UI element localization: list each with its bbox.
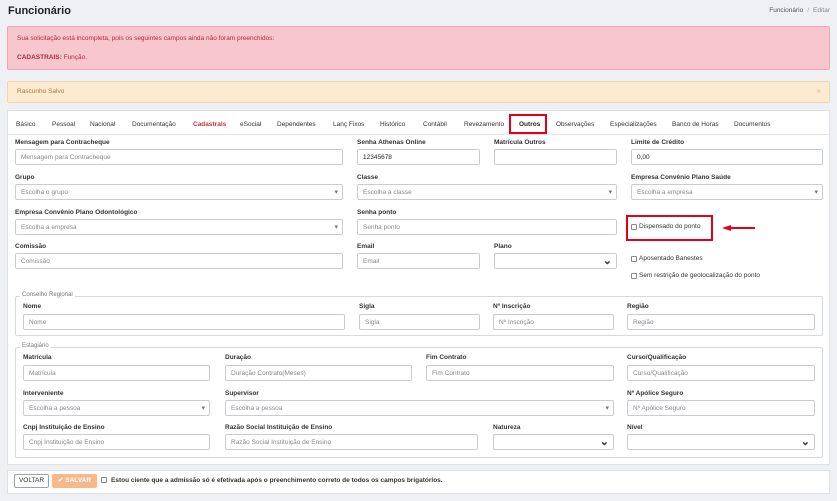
comissao-label: Comissão bbox=[15, 243, 47, 250]
senha-ponto-input[interactable]: Senha ponto bbox=[357, 219, 617, 235]
plano-select[interactable] bbox=[494, 253, 617, 269]
plano-label: Plano bbox=[494, 243, 512, 250]
tab-documentacao[interactable]: Documentação bbox=[132, 121, 176, 128]
plano-odonto-label: Empresa Convênio Plano Odontológico bbox=[15, 209, 138, 216]
plano-saude-label: Empresa Convênio Plano Saúde bbox=[631, 174, 731, 181]
cnpj-input[interactable]: Cnpj Instituição de Ensino bbox=[23, 434, 210, 450]
geolocalizacao-label: Sem restrição de geolocalização do ponto bbox=[639, 272, 761, 279]
conselho-nome-label: Nome bbox=[23, 303, 42, 310]
mensagem-label: Mensagem para Contracheque bbox=[15, 139, 110, 146]
matricula-outros-label: Matrícula Outros bbox=[494, 139, 546, 146]
breadcrumb: Funcionário / Editar bbox=[769, 7, 830, 14]
email-input[interactable]: Email bbox=[357, 253, 480, 269]
senha-athenas-label: Senha Athenas Online bbox=[357, 139, 426, 146]
geolocalizacao-checkbox[interactable] bbox=[631, 273, 637, 279]
tab-especializacoes[interactable]: Especializações bbox=[610, 121, 657, 128]
email-label: Email bbox=[357, 243, 375, 250]
tab-banco-de-horas[interactable]: Banco de Horas bbox=[672, 121, 719, 128]
supervisor-label: Supervisor bbox=[225, 390, 259, 397]
tab-esocial[interactable]: eSocial bbox=[240, 121, 261, 128]
apolice-input[interactable]: Nº Apólice Seguro bbox=[627, 400, 815, 416]
ciente-label: Estou ciente que a admissão só é efetiva… bbox=[111, 477, 443, 484]
fim-contrato-input[interactable]: Fim Contrato bbox=[426, 365, 614, 381]
plano-saude-select[interactable]: Escolha a empresa bbox=[631, 184, 823, 200]
close-icon[interactable]: × bbox=[816, 87, 821, 96]
natureza-label: Natureza bbox=[493, 424, 521, 431]
duracao-label: Duração bbox=[225, 354, 252, 361]
curso-input[interactable]: Curso/Qualificação bbox=[627, 365, 815, 381]
aposentado-checkbox[interactable] bbox=[631, 256, 637, 262]
breadcrumb-item-funcionario[interactable]: Funcionário bbox=[769, 7, 803, 14]
plano-odonto-select[interactable]: Escolha a empresa bbox=[15, 219, 343, 235]
interveniente-label: Interveniente bbox=[23, 390, 64, 397]
tab-historico[interactable]: Histórico bbox=[380, 121, 405, 128]
conselho-sigla-input[interactable]: Sigla bbox=[359, 314, 480, 330]
natureza-select[interactable] bbox=[493, 434, 614, 450]
tab-nacional[interactable]: Nacional bbox=[90, 121, 115, 128]
tab-cadastrais[interactable]: Cadastrais bbox=[193, 121, 226, 128]
draft-saved-text: Rascunho Salvo bbox=[17, 88, 65, 95]
classe-label: Classe bbox=[357, 174, 378, 181]
comissao-input[interactable]: Comissão bbox=[15, 253, 343, 269]
tab-dependentes[interactable]: Dependentes bbox=[277, 121, 316, 128]
salvar-button[interactable]: ✔ SALVAR bbox=[52, 474, 97, 488]
page-title: Funcionário bbox=[8, 5, 71, 17]
draft-saved-alert: Rascunho Salvo × bbox=[7, 81, 830, 103]
duracao-input[interactable]: Duração Contrato(Meses) bbox=[225, 365, 412, 381]
conselho-inscricao-input[interactable]: Nº Inscrição bbox=[493, 314, 614, 330]
limite-credito-input[interactable]: 0,00 bbox=[631, 149, 823, 165]
nivel-label: Nível bbox=[627, 424, 643, 431]
conselho-inscricao-label: Nº Inscrição bbox=[493, 303, 531, 310]
estagiario-matricula-label: Matrícula bbox=[23, 354, 52, 361]
apolice-label: Nº Apólice Seguro bbox=[627, 390, 684, 397]
error-alert-fields: Função. bbox=[63, 54, 88, 61]
mensagem-input[interactable]: Mensagem para Contracheque bbox=[15, 149, 343, 165]
conselho-regiao-label: Região bbox=[627, 303, 649, 310]
arrow-left-icon bbox=[722, 225, 755, 231]
supervisor-select[interactable]: Escolha a pessoa bbox=[225, 400, 614, 416]
tab-lanc-fixos[interactable]: Lanç Fixos bbox=[333, 121, 364, 128]
conselho-regiao-input[interactable]: Região bbox=[627, 314, 815, 330]
error-alert: Sua solicitação está incompleta, pois os… bbox=[7, 26, 830, 70]
tab-pessoal[interactable]: Pessoal bbox=[52, 121, 75, 128]
interveniente-select[interactable]: Escolha a pessoa bbox=[23, 400, 210, 416]
dispensado-ponto-highlight bbox=[626, 215, 713, 241]
breadcrumb-item-editar: Editar bbox=[813, 7, 830, 14]
grupo-label: Grupo bbox=[15, 174, 35, 181]
classe-select[interactable]: Escolha a classe bbox=[357, 184, 617, 200]
limite-credito-label: Limite de Crédito bbox=[631, 139, 685, 146]
tab-revezamento[interactable]: Revezamento bbox=[464, 121, 504, 128]
tab-documentos[interactable]: Documentos bbox=[734, 121, 771, 128]
aposentado-label: Aposentado Banestes bbox=[639, 255, 703, 262]
curso-label: Curso/Qualificação bbox=[627, 354, 687, 361]
fim-contrato-label: Fim Contrato bbox=[426, 354, 467, 361]
estagiario-legend: Estagiário bbox=[20, 343, 51, 349]
cnpj-label: Cnpj Instituição de Ensino bbox=[23, 424, 105, 431]
tab-contabil[interactable]: Contábil bbox=[423, 121, 447, 128]
outros-tab-highlight bbox=[509, 114, 547, 134]
conselho-sigla-label: Sigla bbox=[359, 303, 375, 310]
senha-athenas-input[interactable]: 12345678 bbox=[357, 149, 480, 165]
tab-observacoes[interactable]: Observações bbox=[556, 121, 594, 128]
razao-social-label: Razão Social Instituição de Ensino bbox=[225, 424, 333, 431]
voltar-button[interactable]: VOLTAR bbox=[14, 474, 49, 488]
ciente-checkbox[interactable] bbox=[101, 477, 107, 483]
tab-basico[interactable]: Básico bbox=[16, 121, 36, 128]
tab-bar: Básico Pessoal Nacional Documentação Cad… bbox=[8, 111, 829, 135]
nivel-select[interactable] bbox=[627, 434, 815, 450]
error-alert-message: Sua solicitação está incompleta, pois os… bbox=[17, 35, 275, 42]
salvar-button-label: SALVAR bbox=[65, 477, 92, 484]
error-alert-section: CADASTRAIS: bbox=[17, 54, 62, 61]
razao-social-input[interactable]: Razão Social Instituição de Ensino bbox=[225, 434, 478, 450]
matricula-outros-input[interactable] bbox=[494, 149, 617, 165]
estagiario-matricula-input[interactable]: Matrícula bbox=[23, 365, 210, 381]
conselho-nome-input[interactable]: Nome bbox=[23, 314, 345, 330]
senha-ponto-label: Senha ponto bbox=[357, 209, 397, 216]
conselho-regional-legend: Conselho Regional bbox=[20, 292, 75, 298]
grupo-select[interactable]: Escolha o grupo bbox=[15, 184, 343, 200]
